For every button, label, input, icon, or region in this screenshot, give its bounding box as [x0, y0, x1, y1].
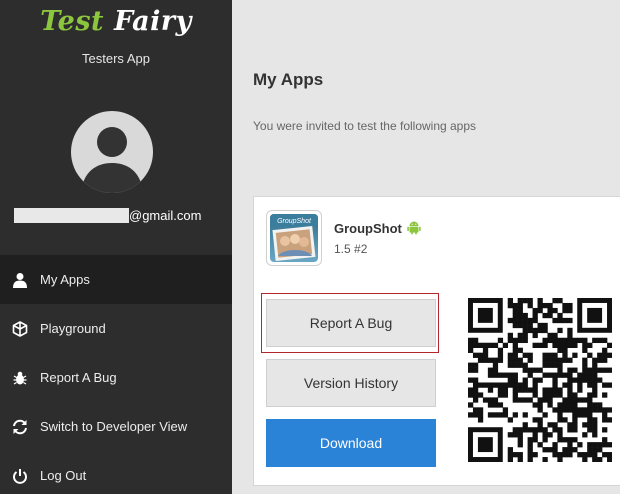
android-icon	[406, 219, 422, 238]
groupshot-app-image: GroupShot	[270, 214, 318, 262]
testfairy-logo: Test Fairy	[40, 6, 192, 37]
sidebar-item-label: Playground	[40, 321, 106, 336]
sidebar-item-label: My Apps	[40, 272, 90, 287]
report-bug-button[interactable]: Report A Bug	[266, 299, 436, 347]
redacted-email-mask	[14, 207, 129, 223]
email-domain: @gmail.com	[129, 207, 202, 223]
sidebar-item-switch-developer-view[interactable]: Switch to Developer View	[0, 402, 232, 451]
sidebar-item-label: Report A Bug	[40, 370, 117, 385]
qr-code	[468, 298, 612, 462]
sidebar-item-report-bug[interactable]: Report A Bug	[0, 353, 232, 402]
app-icon-label: GroupShot	[277, 218, 312, 225]
sidebar-nav: My Apps Playground Report A Bug Switch t…	[0, 255, 232, 494]
app-subtitle: Testers App	[82, 51, 150, 66]
avatar	[71, 111, 153, 193]
bug-icon	[0, 370, 40, 386]
version-history-button[interactable]: Version History	[266, 359, 436, 407]
user-icon	[0, 272, 40, 288]
sidebar-item-label: Log Out	[40, 468, 87, 483]
app-version: 1.5 #2	[334, 242, 368, 256]
sidebar-item-playground[interactable]: Playground	[0, 304, 232, 353]
page-subtitle: You were invited to test the following a…	[253, 119, 477, 133]
app-card: GroupShot GroupShot 1.5 #2 Report A Bug …	[253, 196, 620, 486]
app-icon[interactable]: GroupShot	[266, 210, 322, 266]
user-silhouette-icon	[81, 127, 143, 193]
sidebar-item-log-out[interactable]: Log Out	[0, 451, 232, 494]
cube-icon	[0, 320, 40, 337]
user-email: @gmail.com	[14, 207, 201, 223]
download-button[interactable]: Download	[266, 419, 436, 467]
refresh-icon	[0, 418, 40, 436]
sidebar-item-my-apps[interactable]: My Apps	[0, 255, 232, 304]
power-icon	[0, 468, 40, 484]
app-name-text: GroupShot	[334, 221, 402, 236]
page-title: My Apps	[253, 70, 324, 89]
app-name: GroupShot	[334, 219, 422, 238]
sidebar: Test Fairy Testers App @gmail.com My App…	[0, 0, 232, 494]
sidebar-item-label: Switch to Developer View	[40, 419, 188, 434]
